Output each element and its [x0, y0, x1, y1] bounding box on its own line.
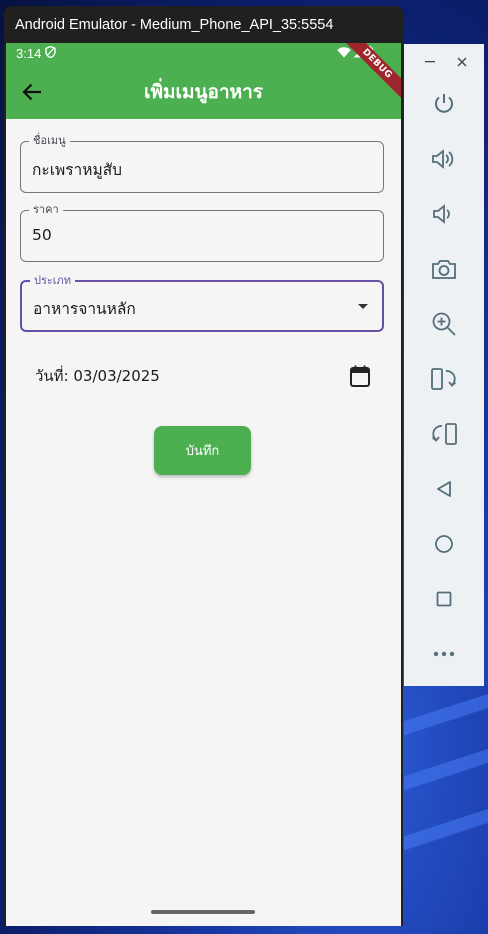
menu-name-field[interactable]: ชื่อเมนู กะเพราหมูสับ	[20, 133, 384, 193]
emulator-toolbar	[404, 44, 484, 686]
emulator-window: Android Emulator - Medium_Phone_API_35:5…	[4, 6, 403, 926]
status-time: 3:14	[16, 46, 42, 61]
date-row: วันที่: 03/03/2025	[35, 361, 375, 391]
zoom-icon	[432, 312, 456, 336]
camera-icon	[432, 260, 456, 279]
page-title: เพิ่มเมนูอาหาร	[143, 80, 264, 103]
overview-icon	[436, 591, 452, 607]
back-button[interactable]	[12, 72, 52, 112]
category-dropdown[interactable]: ประเภท อาหารจานหลัก	[20, 273, 384, 332]
home-icon	[435, 535, 453, 553]
wifi-icon	[337, 46, 351, 61]
minimize-icon	[425, 61, 435, 63]
gesture-bar[interactable]	[151, 910, 255, 914]
volume-up-icon	[432, 149, 454, 169]
price-field[interactable]: ราคา 50	[20, 202, 384, 262]
title-bar[interactable]: Android Emulator - Medium_Phone_API_35:5…	[4, 6, 403, 43]
price-label: ราคา	[29, 202, 63, 218]
close-button[interactable]	[454, 54, 470, 70]
power-icon	[435, 94, 453, 113]
minimize-button[interactable]	[422, 54, 438, 70]
volume-down-button[interactable]	[424, 194, 464, 234]
volume-down-icon	[433, 204, 450, 224]
dropdown-arrow-icon	[358, 304, 368, 309]
menu-name-label: ชื่อเมนู	[29, 133, 70, 149]
shield-icon	[45, 45, 57, 61]
power-button[interactable]	[424, 84, 464, 124]
rotate-right-button[interactable]	[424, 414, 464, 454]
phone-screen: 3:14 เพิ่มเมนูอาหาร DEBUG ชื่อเมนู กะเพร…	[6, 43, 401, 926]
zoom-button[interactable]	[424, 304, 464, 344]
screenshot-button[interactable]	[424, 249, 464, 289]
nav-home-button[interactable]	[424, 524, 464, 564]
price-value: 50	[32, 226, 52, 244]
status-bar: 3:14	[6, 43, 401, 64]
calendar-icon	[350, 365, 370, 387]
nav-back-button[interactable]	[424, 469, 464, 509]
wallpaper-stripe	[404, 743, 488, 791]
volume-up-button[interactable]	[424, 139, 464, 179]
close-icon	[457, 57, 467, 67]
date-picker-button[interactable]	[345, 361, 375, 391]
more-button[interactable]	[424, 634, 464, 674]
back-icon	[437, 481, 451, 497]
app-bar: เพิ่มเมนูอาหาร	[6, 64, 401, 119]
wallpaper-stripe	[404, 803, 488, 851]
category-value: อาหารจานหลัก	[33, 300, 136, 318]
date-text: วันที่: 03/03/2025	[35, 367, 160, 385]
menu-name-value: กะเพราหมูสับ	[32, 161, 122, 179]
nav-overview-button[interactable]	[424, 579, 464, 619]
arrow-back-icon	[22, 83, 41, 100]
wallpaper-stripe	[404, 688, 488, 736]
more-icon	[433, 651, 455, 657]
rotate-left-icon	[431, 368, 457, 390]
category-label: ประเภท	[30, 273, 76, 289]
save-button[interactable]: บันทึก	[154, 426, 251, 475]
window-title: Android Emulator - Medium_Phone_API_35:5…	[15, 16, 334, 33]
rotate-left-button[interactable]	[424, 359, 464, 399]
rotate-right-icon	[431, 423, 457, 445]
